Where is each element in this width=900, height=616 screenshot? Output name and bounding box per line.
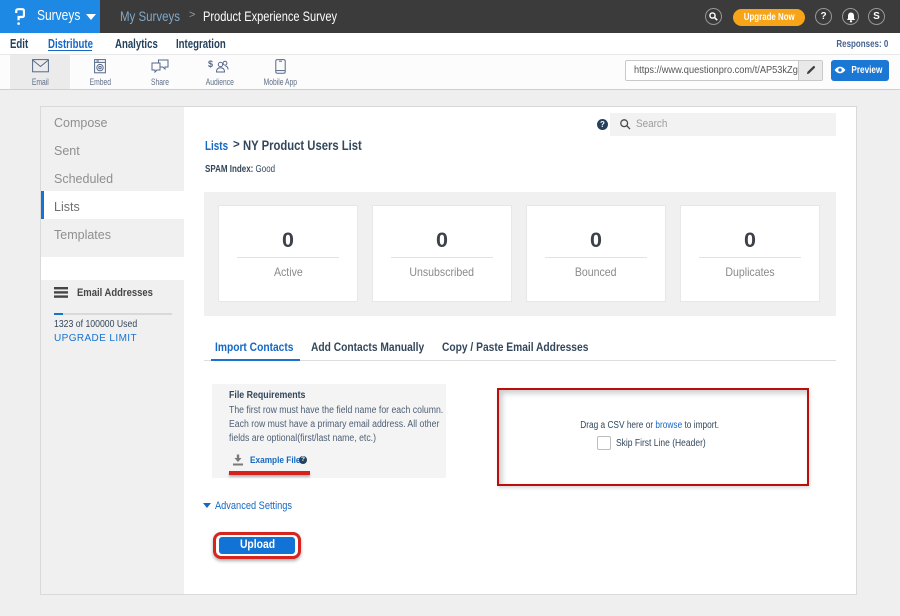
svg-text:$: $ [208,59,213,69]
